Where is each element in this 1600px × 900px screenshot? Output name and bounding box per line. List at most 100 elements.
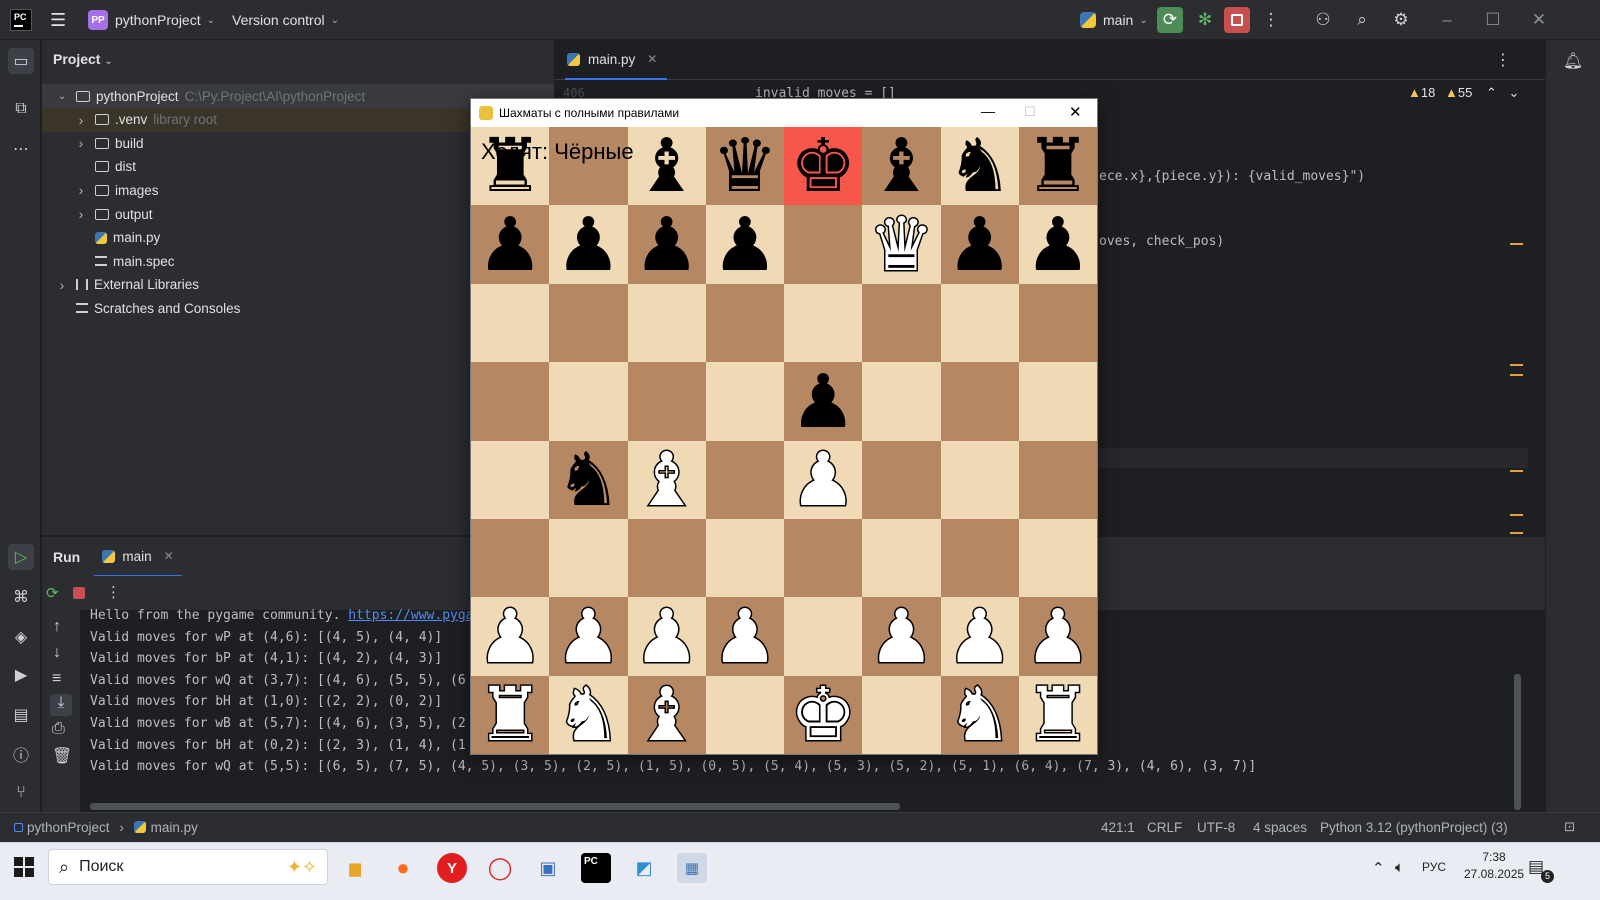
board-square[interactable]	[940, 440, 1019, 519]
board-square[interactable]: ♚	[784, 127, 863, 206]
board-square[interactable]	[627, 362, 706, 441]
error-stripe-mark[interactable]	[1510, 514, 1523, 534]
project-selector[interactable]: PP pythonProject ⌄	[88, 0, 215, 40]
notepad-icon[interactable]: ◩	[629, 853, 659, 883]
board-square[interactable]: ♟	[940, 597, 1019, 676]
board-square[interactable]	[784, 597, 863, 676]
board-square[interactable]	[784, 205, 863, 284]
board-square[interactable]	[1018, 440, 1097, 519]
git-icon[interactable]: ⑂	[8, 780, 34, 806]
run-config-selector[interactable]: main ⌄	[1080, 0, 1148, 40]
board-square[interactable]	[471, 518, 550, 598]
close-tab-icon[interactable]: ✕	[164, 549, 174, 563]
stop-button[interactable]	[1224, 7, 1250, 33]
board-square[interactable]	[705, 283, 784, 363]
white-queen-icon[interactable]: ♛	[867, 205, 936, 283]
black-pawn-icon[interactable]: ♟	[790, 363, 856, 441]
board-square[interactable]	[784, 283, 863, 363]
search-icon[interactable]: ⌕	[1349, 7, 1375, 33]
white-king-icon[interactable]: ♚	[788, 676, 857, 754]
opera-icon[interactable]: ◯	[485, 853, 515, 883]
black-pawn-icon[interactable]: ♟	[946, 206, 1012, 284]
close-tab-icon[interactable]: ✕	[647, 52, 657, 66]
black-bishop-icon[interactable]: ♝	[633, 127, 699, 205]
breadcrumb[interactable]: pythonProject › main.py	[14, 820, 198, 835]
app-window-icon[interactable]: ▣	[533, 853, 563, 883]
minimize-icon[interactable]: —	[981, 103, 995, 119]
board-square[interactable]: ♟	[627, 597, 706, 676]
pygame-app-icon[interactable]: ▦	[677, 853, 707, 883]
board-square[interactable]	[705, 440, 784, 519]
tab-options-icon[interactable]: ⋮	[1495, 50, 1511, 70]
error-stripe-mark[interactable]	[1510, 364, 1523, 376]
board-square[interactable]: ♟	[784, 440, 863, 519]
board-square[interactable]: ♛	[862, 205, 941, 284]
firefox-icon[interactable]: ●	[388, 853, 418, 883]
main-menu-icon[interactable]: ☰	[50, 0, 66, 40]
version-control-menu[interactable]: Version control ⌄	[232, 0, 339, 40]
scroll-down-icon[interactable]: ↓	[53, 644, 61, 662]
chevron-right-icon[interactable]: ›	[75, 112, 87, 128]
board-square[interactable]: ♟	[1018, 597, 1097, 676]
board-square[interactable]	[549, 362, 628, 441]
tray-chevron-up-icon[interactable]: ⌃	[1372, 859, 1385, 877]
black-rook-icon[interactable]: ♜	[1025, 127, 1091, 205]
board-square[interactable]: ♚	[784, 675, 863, 755]
chevron-right-icon[interactable]: ›	[75, 135, 87, 151]
white-pawn-icon[interactable]: ♟	[1023, 597, 1092, 675]
pycharm-taskbar-icon[interactable]: PC	[581, 853, 611, 883]
black-pawn-icon[interactable]: ♟	[712, 206, 778, 284]
chevron-right-icon[interactable]: ›	[75, 206, 87, 222]
white-knight-icon[interactable]: ♞	[945, 676, 1014, 754]
volume-icon[interactable]: 🔈︎	[1395, 859, 1404, 876]
black-pawn-icon[interactable]: ♟	[633, 206, 699, 284]
board-square[interactable]	[627, 283, 706, 363]
board-square[interactable]	[705, 362, 784, 441]
inspection-widget[interactable]: ▲18 ▲55 ⌃ ⌄	[1408, 85, 1519, 101]
notifications-bell-icon[interactable]: 🔔︎	[1560, 48, 1586, 74]
white-bishop-icon[interactable]: ♝	[632, 441, 701, 519]
taskbar-search[interactable]: ⌕ Поиск ✦✧	[48, 849, 328, 885]
board-square[interactable]: ♜	[471, 675, 550, 755]
debug-icon[interactable]: ✻	[1192, 7, 1218, 33]
white-pawn-icon[interactable]: ♟	[632, 597, 701, 675]
pycharm-logo-icon[interactable]: PC	[10, 9, 32, 31]
board-square[interactable]: ♟	[549, 597, 628, 676]
board-square[interactable]: ♟	[784, 362, 863, 441]
rerun-icon[interactable]: ⟳	[46, 584, 59, 602]
lock-icon[interactable]: ⊡	[1564, 819, 1575, 835]
board-square[interactable]	[940, 518, 1019, 598]
board-square[interactable]: ♞	[940, 127, 1019, 206]
board-square[interactable]: ♟	[1018, 205, 1097, 284]
black-pawn-icon[interactable]: ♟	[477, 206, 543, 284]
chess-board[interactable]: ♜ ♝ ♛ ♚ ♝ ♞ ♜ ♟ ♟ ♟ ♟ ♛ ♟ ♟ ♟ ♞ ♝ ♟ ♟ ♟ ♟ ♟ ♟ ♟ ♟ ♜ ♞ ♝ ♚ ♞ ♜	[471, 127, 1097, 755]
black-queen-icon[interactable]: ♛	[712, 127, 778, 205]
rerun-button[interactable]: ⟳	[1157, 7, 1183, 33]
board-square[interactable]: ♞	[549, 440, 628, 519]
white-pawn-icon[interactable]: ♟	[788, 441, 857, 519]
scroll-up-icon[interactable]: ↑	[53, 618, 61, 636]
minimize-icon[interactable]: –	[1434, 7, 1460, 33]
yandex-browser-icon[interactable]: Y	[437, 853, 467, 883]
board-square[interactable]	[471, 362, 550, 441]
python-console-icon[interactable]: ⌘	[8, 584, 34, 610]
board-square[interactable]: ♝	[627, 675, 706, 755]
board-square[interactable]	[705, 675, 784, 755]
board-square[interactable]	[862, 440, 941, 519]
structure-icon[interactable]: ⧉	[8, 96, 34, 122]
error-stripe-mark[interactable]	[1510, 470, 1523, 472]
board-square[interactable]	[784, 518, 863, 598]
white-pawn-icon[interactable]: ♟	[475, 597, 544, 675]
taskbar-clock[interactable]: 7:38 27.08.2025	[1464, 849, 1524, 883]
trash-icon[interactable]: 🗑︎	[52, 746, 72, 766]
chevron-right-icon[interactable]: ›	[75, 182, 87, 198]
windows-start-icon[interactable]	[14, 857, 34, 877]
close-icon[interactable]: ✕	[1069, 103, 1082, 121]
board-square[interactable]: ♜	[1018, 127, 1097, 206]
board-square[interactable]	[862, 518, 941, 598]
board-square[interactable]	[471, 283, 550, 363]
board-square[interactable]: ♟	[471, 205, 550, 284]
board-square[interactable]: ♝	[627, 440, 706, 519]
board-square[interactable]	[549, 283, 628, 363]
board-square[interactable]	[940, 362, 1019, 441]
